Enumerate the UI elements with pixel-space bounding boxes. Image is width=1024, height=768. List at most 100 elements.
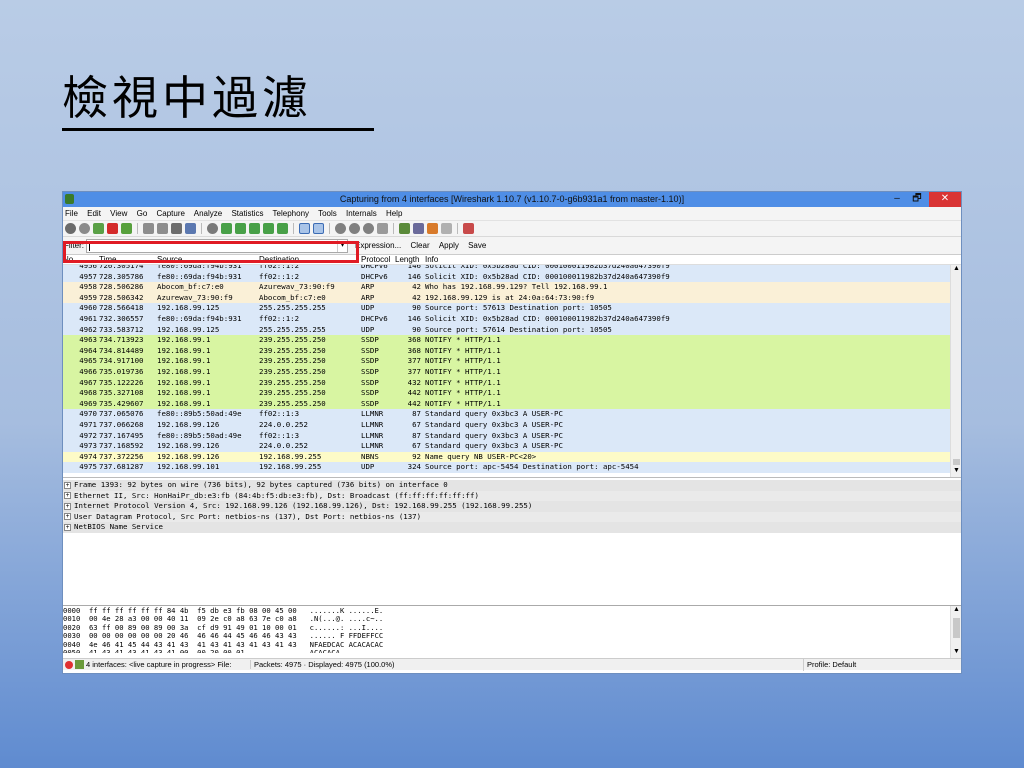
find-packet-icon[interactable] bbox=[207, 223, 218, 234]
chevron-down-icon[interactable]: ▾ bbox=[337, 239, 347, 252]
packet-row[interactable]: 4971 737.066268 192.168.99.126 224.0.0.252 L… bbox=[63, 419, 961, 431]
scroll-down-icon[interactable]: ▼ bbox=[951, 467, 961, 477]
go-forward-icon[interactable] bbox=[235, 223, 246, 234]
col-protocol[interactable]: Protocol bbox=[361, 255, 395, 264]
menu-internals[interactable]: Internals bbox=[346, 209, 377, 218]
col-source[interactable]: Source bbox=[157, 255, 259, 264]
col-length[interactable]: Length bbox=[395, 255, 425, 264]
scroll-thumb[interactable] bbox=[953, 459, 960, 465]
first-packet-icon[interactable] bbox=[263, 223, 274, 234]
resize-columns-icon[interactable] bbox=[377, 223, 388, 234]
zoom-out-icon[interactable] bbox=[349, 223, 360, 234]
capture-status-icon[interactable] bbox=[65, 660, 73, 669]
save-file-icon[interactable] bbox=[157, 223, 168, 234]
expand-icon[interactable]: + bbox=[64, 502, 71, 510]
display-filters-icon[interactable] bbox=[413, 223, 424, 234]
menu-edit[interactable]: Edit bbox=[87, 209, 101, 218]
detail-row-frame[interactable]: + Frame 1393: 92 bytes on wire (736 bits)… bbox=[63, 480, 961, 491]
menu-capture[interactable]: Capture bbox=[157, 209, 185, 218]
maximize-button[interactable]: 🗗 bbox=[907, 192, 927, 207]
packet-row[interactable]: 4956 726.305174 fe80::69da:f94b:931 ff02::1… bbox=[63, 265, 961, 272]
expand-icon[interactable]: + bbox=[64, 513, 71, 520]
detail-row-udp[interactable]: + User Datagram Protocol, Src Port: netbi… bbox=[63, 511, 961, 522]
hex-row[interactable]: 0050 41 43 41 43 41 43 41 00 00 20 00 01… bbox=[63, 649, 961, 653]
packet-row[interactable]: 4963 734.713923 192.168.99.1 239.255.255.25… bbox=[63, 335, 961, 346]
menu-go[interactable]: Go bbox=[137, 209, 148, 218]
zoom-in-icon[interactable] bbox=[335, 223, 346, 234]
restart-capture-icon[interactable] bbox=[121, 223, 132, 234]
expand-icon[interactable]: + bbox=[64, 523, 71, 531]
coloring-rules-icon[interactable] bbox=[427, 223, 438, 234]
packet-row[interactable]: 4965 734.917100 192.168.99.1 239.255.255.25… bbox=[63, 356, 961, 367]
autoscroll-icon[interactable] bbox=[313, 223, 324, 234]
packet-row[interactable]: 4975 737.681287 192.168.99.101 192.168.99.2… bbox=[63, 462, 961, 473]
menu-statistics[interactable]: Statistics bbox=[231, 209, 263, 218]
packet-row[interactable]: 4967 735.122226 192.168.99.1 239.255.255.25… bbox=[63, 377, 961, 389]
packet-list-scrollbar[interactable]: ▲ ▼ bbox=[950, 265, 961, 477]
expert-info-icon[interactable] bbox=[75, 660, 84, 669]
menu-analyze[interactable]: Analyze bbox=[194, 209, 222, 218]
packet-row[interactable]: 4964 734.814489 192.168.99.1 239.255.255.25… bbox=[63, 345, 961, 357]
hex-row[interactable]: 0040 4e 46 41 45 44 43 41 43 41 43 41 43… bbox=[63, 640, 961, 649]
capture-filters-icon[interactable] bbox=[399, 223, 410, 234]
save-button[interactable]: Save bbox=[468, 241, 486, 250]
packet-row[interactable]: 4962 733.583712 192.168.99.125 255.255.255.… bbox=[63, 324, 961, 336]
scroll-up-icon[interactable]: ▲ bbox=[951, 606, 962, 616]
expand-icon[interactable]: + bbox=[64, 492, 71, 499]
expression-button[interactable]: Expression... bbox=[355, 241, 401, 250]
menu-help[interactable]: Help bbox=[386, 209, 402, 218]
close-button[interactable]: ✕ bbox=[929, 192, 961, 207]
last-packet-icon[interactable] bbox=[277, 223, 288, 234]
packet-row[interactable]: 4973 737.168592 192.168.99.126 224.0.0.252 L… bbox=[63, 441, 961, 452]
interfaces-icon[interactable] bbox=[65, 223, 76, 234]
bytes-scrollbar[interactable]: ▲ ▼ bbox=[950, 606, 961, 658]
packet-row[interactable]: 4959 728.506342 Azurewav_73:90:f9 Abocom_bf… bbox=[63, 292, 961, 304]
col-info[interactable]: Info bbox=[425, 255, 961, 264]
options-icon[interactable] bbox=[79, 223, 90, 234]
menu-file[interactable]: File bbox=[65, 209, 78, 218]
apply-button[interactable]: Apply bbox=[439, 241, 459, 250]
clear-button[interactable]: Clear bbox=[410, 241, 429, 250]
menu-telephony[interactable]: Telephony bbox=[273, 209, 309, 218]
filter-input[interactable]: ▾ bbox=[86, 238, 348, 253]
packet-row[interactable]: 4961 732.306557 fe80::69da:f94b:931 ff02::1… bbox=[63, 313, 961, 325]
col-time[interactable]: Time bbox=[99, 255, 157, 264]
minimize-button[interactable]: – bbox=[887, 192, 907, 207]
menu-tools[interactable]: Tools bbox=[318, 209, 337, 218]
reload-icon[interactable] bbox=[185, 223, 196, 234]
detail-row-ip[interactable]: + Internet Protocol Version 4, Src: 192.1… bbox=[63, 501, 961, 512]
packet-row[interactable]: 4957 728.305786 fe80::69da:f94b:931 ff02::1… bbox=[63, 271, 961, 283]
menu-view[interactable]: View bbox=[110, 209, 127, 218]
packet-row[interactable]: 4960 728.566418 192.168.99.125 255.255.255.… bbox=[63, 303, 961, 314]
stop-capture-icon[interactable] bbox=[107, 223, 118, 234]
packet-row[interactable]: 4974 737.372256 192.168.99.126 192.168.99.2… bbox=[63, 451, 961, 463]
scroll-thumb[interactable] bbox=[953, 618, 960, 638]
scroll-up-icon[interactable]: ▲ bbox=[951, 265, 961, 275]
packet-source: Azurewav_73:90:f9 bbox=[157, 292, 233, 302]
packet-row[interactable]: 4969 735.429607 192.168.99.1 239.255.255.25… bbox=[63, 398, 961, 410]
help-icon[interactable] bbox=[463, 223, 474, 234]
packet-no: 4958 bbox=[79, 282, 97, 292]
col-no[interactable]: No. bbox=[63, 255, 99, 264]
packet-row[interactable]: 4958 728.506286 Abocom_bf:c7:e0 Azurewav_73… bbox=[63, 282, 961, 293]
colorize-icon[interactable] bbox=[299, 223, 310, 234]
close-file-icon[interactable] bbox=[171, 223, 182, 234]
go-back-icon[interactable] bbox=[221, 223, 232, 234]
toolbar-separator bbox=[137, 223, 138, 234]
zoom-normal-icon[interactable] bbox=[363, 223, 374, 234]
preferences-icon[interactable] bbox=[441, 223, 452, 234]
packet-row[interactable]: 4968 735.327108 192.168.99.1 239.255.255.25… bbox=[63, 388, 961, 399]
packet-row[interactable]: 4972 737.167495 fe80::89b5:50ad:49e ff02::1… bbox=[63, 430, 961, 442]
expand-icon[interactable]: + bbox=[64, 481, 71, 489]
scroll-down-icon[interactable]: ▼ bbox=[951, 648, 962, 658]
start-capture-icon[interactable] bbox=[93, 223, 104, 234]
packet-protocol: LLMNR bbox=[361, 441, 384, 451]
packet-row[interactable]: 4970 737.065076 fe80::89b5:50ad:49e ff02::1… bbox=[63, 409, 961, 420]
open-file-icon[interactable] bbox=[143, 223, 154, 234]
col-destination[interactable]: Destination bbox=[259, 255, 361, 264]
status-profile[interactable]: Profile: Default bbox=[803, 659, 856, 671]
detail-row-nbns[interactable]: + NetBIOS Name Service bbox=[63, 522, 961, 533]
detail-row-ethernet[interactable]: + Ethernet II, Src: HonHaiPr_db:e3:fb (84… bbox=[63, 490, 961, 501]
go-to-packet-icon[interactable] bbox=[249, 223, 260, 234]
packet-row[interactable]: 4966 735.019736 192.168.99.1 239.255.255.25… bbox=[63, 366, 961, 378]
